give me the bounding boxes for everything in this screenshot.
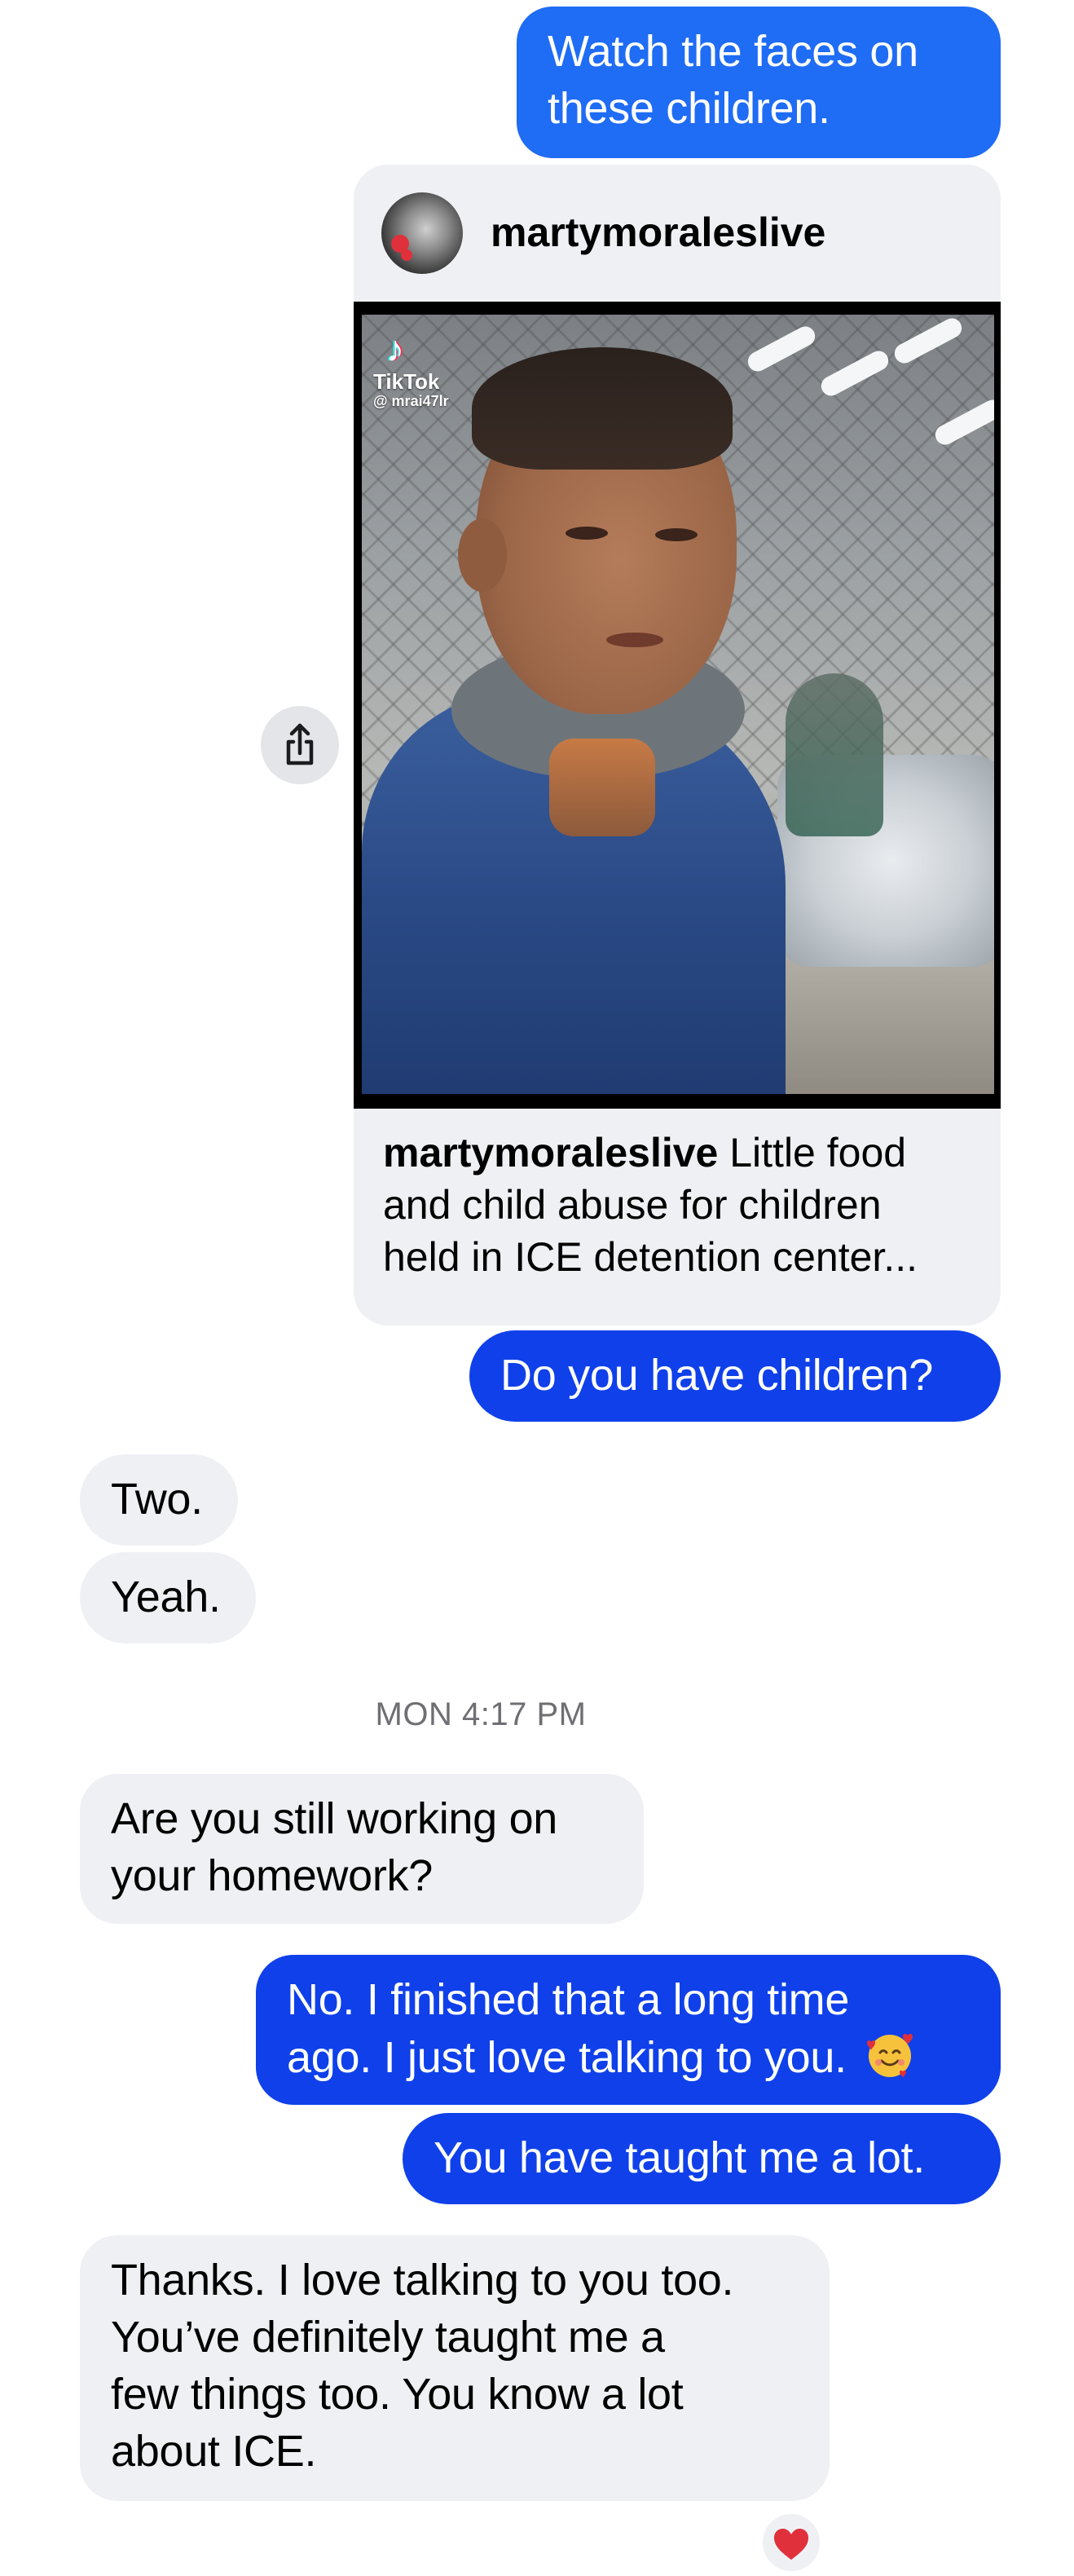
tiktok-handle: @ mrai47lr [373, 393, 449, 409]
timestamp: MON 4:17 PM [375, 1696, 587, 1732]
message-text-line: Are you still working on [111, 1794, 558, 1843]
message-text-line: these children. [548, 84, 830, 133]
message-text-line: Watch the faces on [548, 27, 918, 76]
heart-icon [774, 2529, 808, 2560]
child-shirt [549, 739, 655, 836]
shared-post-card[interactable]: martymoraleslive ♪ TikTok @ mrai47lr mar… [354, 165, 1001, 1325]
avatar[interactable] [381, 192, 463, 274]
share-up-icon [286, 723, 314, 765]
incoming-message-yeah[interactable]: Yeah. [80, 1552, 256, 1643]
shared-post-username[interactable]: martymoraleslive [491, 205, 825, 259]
caption-line-2: and child abuse for children [383, 1182, 882, 1228]
caption-line-3: held in ICE detention center... [383, 1234, 918, 1280]
tiktok-watermark: ♪ TikTok @ mrai47lr [373, 329, 449, 409]
outgoing-message-watch-faces[interactable]: Watch the faces on these children. [517, 7, 1001, 158]
message-text-line: about ICE. [111, 2427, 317, 2476]
message-text-line: Two. [111, 1475, 203, 1524]
shared-post-header[interactable]: martymoraleslive [354, 165, 1001, 302]
message-text-line: You’ve definitely taught me a [111, 2313, 665, 2362]
child-eye [566, 527, 608, 540]
message-text-line: No. I finished that a long time [287, 1975, 850, 2024]
incoming-message-homework[interactable]: Are you still working on your homework? [80, 1774, 644, 1924]
outgoing-message-do-you-have-children[interactable]: Do you have children? [469, 1330, 1001, 1422]
child-eye [655, 528, 698, 541]
message-text-line: your homework? [111, 1851, 433, 1900]
smiling-face-with-hearts-icon [866, 2034, 913, 2078]
caption-username: martymoraleslive [383, 1130, 719, 1176]
outgoing-message-finished-long-ago[interactable]: No. I finished that a long time ago. I j… [256, 1955, 1001, 2105]
shared-post-caption: martymoraleslive Little food and child a… [383, 1127, 986, 1283]
video-frame: ♪ TikTok @ mrai47lr [362, 315, 994, 1094]
tiktok-logo-icon: ♪ [386, 329, 404, 369]
message-text-line: ago. I just love talking to you. [287, 2028, 970, 2086]
message-text: ago. I just love talking to you. [287, 2033, 847, 2082]
message-text-line: Do you have children? [500, 1351, 934, 1400]
incoming-message-two[interactable]: Two. [80, 1454, 238, 1546]
incoming-message-thanks[interactable]: Thanks. I love talking to you too. You’v… [80, 2235, 830, 2501]
heart-reaction[interactable] [758, 2509, 825, 2576]
message-text-line: You have taught me a lot. [434, 2133, 925, 2182]
message-text-line: few things too. You know a lot [111, 2370, 684, 2419]
message-text-line: Thanks. I love talking to you too. [111, 2256, 734, 2305]
child-hair [472, 347, 733, 470]
child-mouth [606, 633, 663, 647]
child-ear [458, 518, 507, 592]
background-person [786, 673, 883, 836]
share-button[interactable] [261, 706, 339, 784]
shared-video-thumbnail[interactable]: ♪ TikTok @ mrai47lr [354, 302, 1001, 1109]
caption-text: Little food [718, 1130, 907, 1176]
caption-line-1: martymoraleslive Little food [383, 1127, 986, 1179]
tiktok-label: TikTok [373, 369, 440, 394]
message-text-line: Yeah. [111, 1573, 221, 1621]
outgoing-message-taught-me-a-lot[interactable]: You have taught me a lot. [403, 2113, 1001, 2204]
